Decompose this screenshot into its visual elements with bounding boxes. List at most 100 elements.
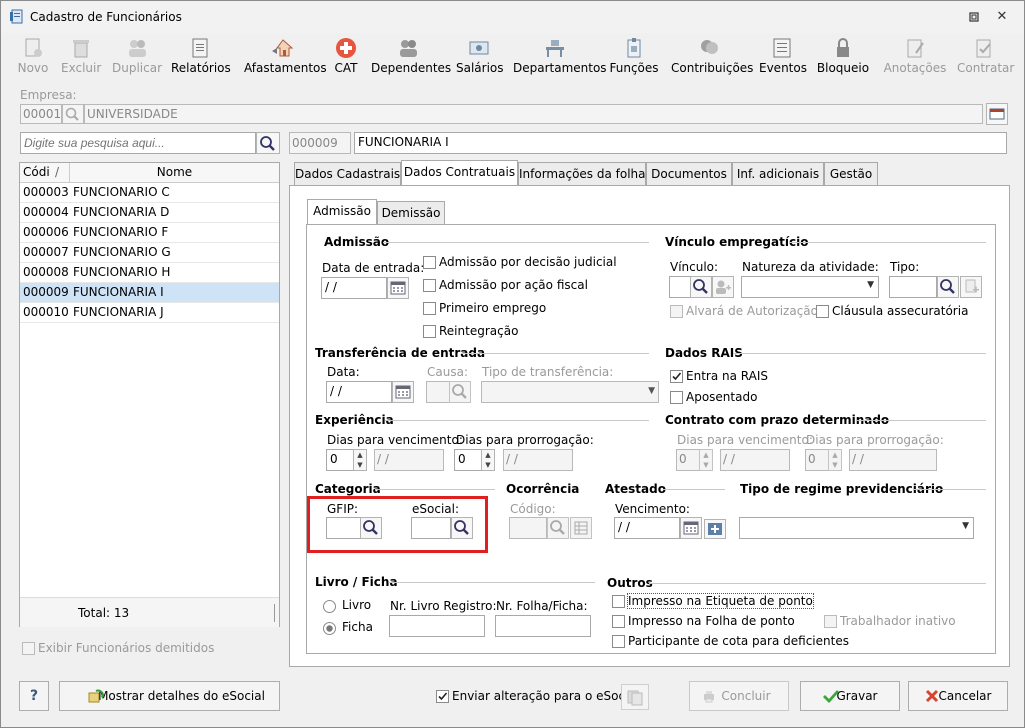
mostrar-detalhes-button[interactable]: Mostrar detalhes do eSocial <box>59 681 280 711</box>
restore-icon[interactable] <box>967 10 981 24</box>
regime-select[interactable]: ▼ <box>739 517 974 539</box>
help-button[interactable]: ? <box>19 681 49 711</box>
bloqueio-button[interactable]: Bloqueio <box>815 33 871 81</box>
data-entrada-field[interactable]: / / <box>321 277 387 299</box>
list-item[interactable]: 000006 FUNCIONARIO F <box>20 223 279 243</box>
tipo-add-icon[interactable] <box>960 276 982 298</box>
transferencia-calendar-icon[interactable] <box>392 381 414 403</box>
gfip-field[interactable] <box>326 517 361 539</box>
dependentes-button[interactable]: Dependentes <box>371 33 451 81</box>
primeiro-emprego-checkbox[interactable] <box>423 302 436 315</box>
list-item[interactable]: 000010 FUNCIONARIA J <box>20 303 279 323</box>
contribuicoes-button[interactable]: Contribuições <box>671 33 753 81</box>
relatorios-button[interactable]: Relatórios <box>171 33 231 81</box>
atestado-vencimento-field[interactable]: / / <box>614 517 680 539</box>
afastamentos-button[interactable]: Afastamentos <box>244 33 327 81</box>
tipo-field[interactable] <box>889 276 937 298</box>
list-item[interactable]: 000008 FUNCIONARIO H <box>20 263 279 283</box>
atestado-calendar-icon[interactable] <box>680 517 702 539</box>
exp-dias-venc-label: Dias para vencimento: <box>327 433 463 447</box>
list-item[interactable]: 000004 FUNCIONARIA D <box>20 203 279 223</box>
natureza-select[interactable]: ▼ <box>741 276 879 298</box>
nr-livro-field[interactable] <box>389 615 485 637</box>
folha-ponto-checkbox[interactable] <box>612 615 625 628</box>
vinculo-rule <box>789 242 986 243</box>
close-icon[interactable]: ✕ <box>995 10 1009 24</box>
vinculo-field[interactable] <box>669 276 691 298</box>
subtab-demissao[interactable]: Demissão <box>377 201 445 225</box>
novo-button[interactable]: Novo <box>17 33 49 81</box>
tab-gestao[interactable]: Gestão <box>824 162 878 186</box>
contratar-button[interactable]: Contratar <box>957 33 1014 81</box>
list-item[interactable]: 000007 FUNCIONARIO G <box>20 243 279 263</box>
clausula-checkbox[interactable] <box>816 305 829 318</box>
nr-folha-field[interactable] <box>495 615 591 637</box>
salarios-button[interactable]: Salários <box>456 33 504 81</box>
exp-venc-spinner[interactable]: 0 <box>326 449 354 471</box>
tipo-search-icon[interactable] <box>937 276 959 298</box>
list-item[interactable]: 000003 FUNCIONARIO C <box>20 183 279 203</box>
reintegracao-checkbox[interactable] <box>423 325 436 338</box>
subtab-admissao[interactable]: Admissão <box>307 199 377 225</box>
check-icon <box>823 689 839 703</box>
duplicar-button[interactable]: Duplicar <box>111 33 163 81</box>
causa-field <box>426 381 450 403</box>
atestado-section-title: Atestado <box>605 482 666 496</box>
gfip-search-icon[interactable] <box>360 517 382 539</box>
transferencia-data-field[interactable]: / / <box>326 381 392 403</box>
gravar-button[interactable]: Gravar <box>800 681 900 711</box>
con-venc-date: / / <box>720 449 790 471</box>
admissao-judicial-checkbox[interactable] <box>423 256 436 269</box>
vinculo-add-user-icon[interactable] <box>712 276 734 298</box>
calendar-icon[interactable] <box>387 277 409 299</box>
tab-dados-contratuais[interactable]: Dados Contratuais <box>401 160 518 186</box>
alvara-checkbox[interactable] <box>670 305 683 318</box>
enviar-esocial-checkbox[interactable] <box>436 690 449 703</box>
folha-ponto-label: Impresso na Folha de ponto <box>628 614 795 628</box>
esocial-search-icon[interactable] <box>451 517 473 539</box>
aposentado-checkbox[interactable] <box>670 391 683 404</box>
atestado-add-icon[interactable] <box>704 519 726 539</box>
list-item-code: 000007 <box>23 245 69 259</box>
empresa-window-button[interactable] <box>986 103 1008 125</box>
livro-radio[interactable] <box>323 600 336 613</box>
col-header-code[interactable]: Códi / <box>20 163 70 183</box>
concluir-button[interactable]: Concluir <box>689 681 789 711</box>
exp-prorr-spin-buttons[interactable]: ▲ ▼ <box>481 449 495 471</box>
cat-button[interactable]: CAT <box>332 33 360 81</box>
tab-informacoes-folha[interactable]: Informações da folha <box>518 162 646 186</box>
exibir-demitidos-checkbox[interactable] <box>22 642 35 655</box>
list-item-code: 000006 <box>23 225 69 239</box>
tab-inf-adicionais[interactable]: Inf. adicionais <box>732 162 824 186</box>
medical-cross-icon <box>335 37 357 59</box>
transferencia-data-label: Data: <box>327 365 360 379</box>
exp-prorr-spinner[interactable]: 0 <box>454 449 482 471</box>
funcoes-button[interactable]: Funções <box>609 33 659 81</box>
list-item[interactable]: 000009 FUNCIONARIA I <box>20 283 279 303</box>
transferencia-section-title: Transferência de entrada <box>315 346 486 360</box>
excluir-button[interactable]: Excluir <box>61 33 101 81</box>
departamentos-button[interactable]: Departamentos <box>513 33 607 81</box>
rais-section-title: Dados RAIS <box>665 346 743 360</box>
tipo-transferencia-label: Tipo de transferência: <box>482 365 614 379</box>
eventos-button[interactable]: Eventos <box>759 33 807 81</box>
ficha-radio[interactable] <box>323 622 336 635</box>
vinculo-search-icon[interactable] <box>690 276 712 298</box>
anotacoes-button[interactable]: Anotações <box>883 33 947 81</box>
esocial-field[interactable] <box>411 517 451 539</box>
search-input[interactable] <box>20 132 256 154</box>
list-item-name: FUNCIONARIO F <box>73 225 169 239</box>
tab-dados-cadastrais[interactable]: Dados Cadastrais <box>294 162 401 186</box>
search-button[interactable] <box>256 132 280 154</box>
admissao-fiscal-label: Admissão por ação fiscal <box>439 278 588 292</box>
admissao-fiscal-checkbox[interactable] <box>423 279 436 292</box>
etiqueta-ponto-checkbox[interactable] <box>612 595 625 608</box>
cota-deficientes-checkbox[interactable] <box>612 635 625 648</box>
employee-name-field[interactable]: FUNCIONARIA I <box>354 132 1007 154</box>
tab-documentos[interactable]: Documentos <box>646 162 732 186</box>
trabalhador-inativo-checkbox[interactable] <box>824 615 837 628</box>
entra-rais-checkbox[interactable] <box>670 370 683 383</box>
exp-venc-spin-buttons[interactable]: ▲ ▼ <box>353 449 367 471</box>
cancelar-button[interactable]: Cancelar <box>908 681 1008 711</box>
col-header-name[interactable]: Nome <box>70 163 279 183</box>
